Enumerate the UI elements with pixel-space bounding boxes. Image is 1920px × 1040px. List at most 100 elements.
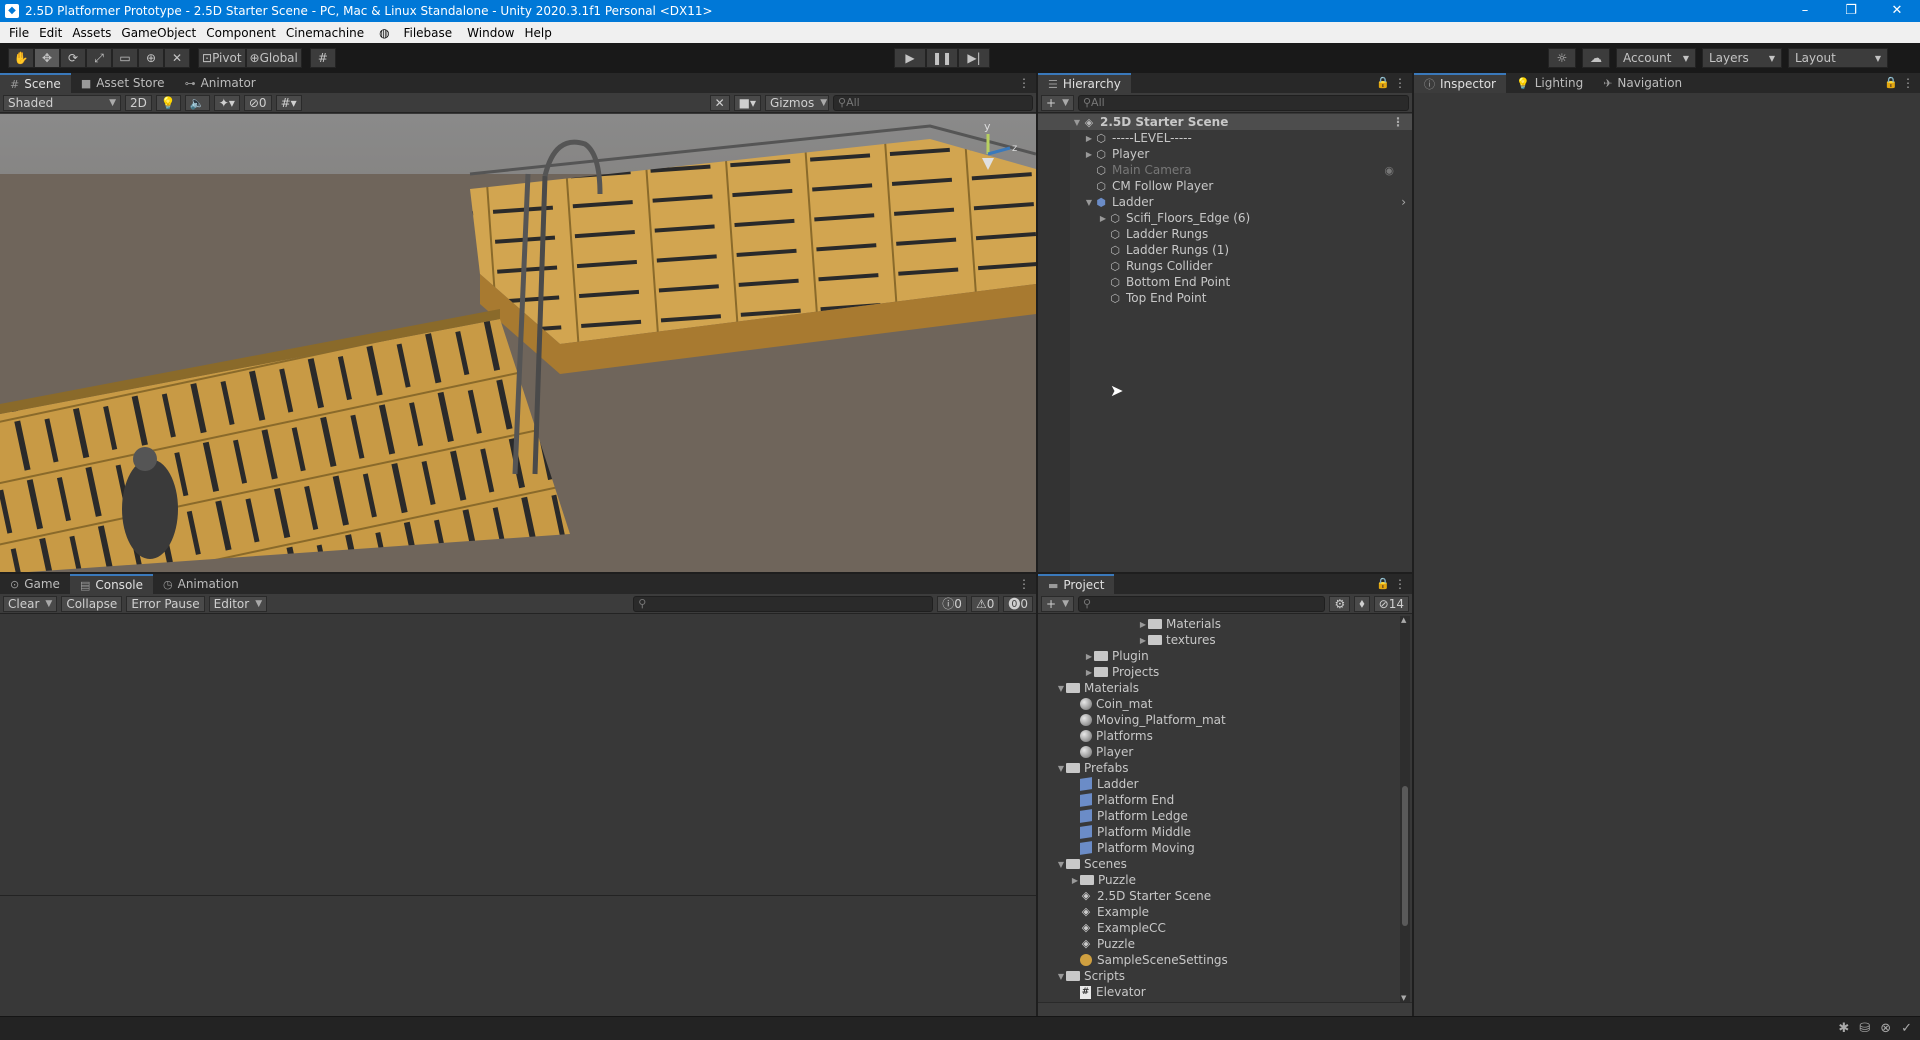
- project-item[interactable]: Player: [1038, 744, 1396, 760]
- hierarchy-item[interactable]: ⬡ Top End Point: [1038, 290, 1412, 306]
- project-item[interactable]: SampleSceneSettings: [1038, 952, 1396, 968]
- project-item[interactable]: ▶ Projects: [1038, 664, 1396, 680]
- scale-tool-icon[interactable]: ⤢: [86, 48, 112, 68]
- hierarchy-item[interactable]: ▶ ⬡ Player: [1038, 146, 1412, 162]
- move-tool-icon[interactable]: ✥: [34, 48, 60, 68]
- kebab-menu-icon[interactable]: ⋮: [1902, 76, 1914, 90]
- hierarchy-item[interactable]: ▼ ⬢ Ladder ›: [1038, 194, 1412, 210]
- project-item[interactable]: Platform Ledge: [1038, 808, 1396, 824]
- tab-navigation[interactable]: ✈ Navigation: [1593, 73, 1692, 93]
- transform-tool-icon[interactable]: ⊕: [138, 48, 164, 68]
- chevron-down-icon[interactable]: ▼: [1072, 118, 1082, 127]
- hand-tool-icon[interactable]: ✋: [8, 48, 34, 68]
- step-button[interactable]: ▶|: [958, 48, 990, 68]
- global-toggle[interactable]: ⊕ Global: [245, 48, 302, 68]
- menu-window[interactable]: Window: [462, 26, 519, 40]
- project-item[interactable]: Platform End: [1038, 792, 1396, 808]
- project-item[interactable]: ▼ Scripts: [1038, 968, 1396, 984]
- tab-project[interactable]: ▬ Project: [1038, 574, 1115, 594]
- chevron-right-icon[interactable]: ▶: [1084, 668, 1094, 677]
- rect-tool-icon[interactable]: ▭: [112, 48, 138, 68]
- lock-icon[interactable]: 🔒: [1376, 76, 1390, 89]
- project-item[interactable]: ▶ Plugin: [1038, 648, 1396, 664]
- hierarchy-item[interactable]: ▶ ⬡ -----LEVEL-----: [1038, 130, 1412, 146]
- chevron-right-icon[interactable]: ▶: [1084, 134, 1094, 143]
- console-divider[interactable]: [0, 895, 1036, 896]
- kebab-menu-icon[interactable]: ⋮: [1018, 76, 1030, 90]
- error-filter-toggle[interactable]: ⓿0: [1003, 595, 1033, 612]
- grid-snap-icon[interactable]: #: [309, 48, 336, 68]
- play-button[interactable]: ▶: [894, 48, 926, 68]
- error-pause-toggle[interactable]: Error Pause: [126, 595, 205, 612]
- tab-console[interactable]: ▤ Console: [69, 574, 153, 594]
- collab-icon[interactable]: ☼: [1548, 48, 1576, 68]
- custom-tool-icon[interactable]: ✕: [164, 48, 190, 68]
- chevron-right-icon[interactable]: ▶: [1138, 636, 1148, 645]
- hierarchy-search-input[interactable]: ⚲ All: [1077, 94, 1409, 111]
- chevron-right-icon[interactable]: ▶: [1084, 652, 1094, 661]
- mode-2d-toggle[interactable]: 2D: [125, 94, 152, 111]
- kebab-menu-icon[interactable]: ⋮: [1018, 577, 1030, 591]
- tools-icon[interactable]: ✕: [709, 94, 730, 111]
- grid-toggle-icon[interactable]: #▾: [275, 94, 302, 111]
- effects-toggle-icon[interactable]: ✦▾: [213, 94, 240, 111]
- tab-game[interactable]: ⊙ Game: [0, 574, 70, 594]
- chevron-down-icon[interactable]: ▼: [1056, 972, 1066, 981]
- gizmos-dropdown[interactable]: Gizmos ▼: [765, 94, 829, 111]
- clear-dropdown[interactable]: Clear ▼: [3, 595, 58, 612]
- project-item[interactable]: ◈ Example: [1038, 904, 1396, 920]
- project-item[interactable]: Ladder: [1038, 776, 1396, 792]
- project-scrollbar[interactable]: ▲ ▼: [1400, 616, 1410, 1002]
- audio-toggle-icon[interactable]: 🔈: [184, 94, 210, 111]
- project-search-input[interactable]: ⚲: [1077, 595, 1326, 612]
- project-item[interactable]: Platform Moving: [1038, 840, 1396, 856]
- menu-gameobject[interactable]: GameObject: [116, 26, 201, 40]
- menu-filebase[interactable]: ◍ Filebase: [369, 26, 462, 40]
- scroll-down-icon[interactable]: ▼: [1401, 994, 1406, 1002]
- hierarchy-item[interactable]: ▶ ⬡ Scifi_Floors_Edge (6): [1038, 210, 1412, 226]
- chevron-right-icon[interactable]: ▶: [1138, 620, 1148, 629]
- console-log-area[interactable]: [0, 615, 1036, 905]
- maximize-button[interactable]: ❐: [1828, 0, 1874, 22]
- cloud-icon[interactable]: ☁: [1582, 48, 1610, 68]
- tab-animator[interactable]: ⊶ Animator: [175, 73, 266, 93]
- project-item[interactable]: Coin_mat: [1038, 696, 1396, 712]
- chevron-down-icon[interactable]: ▼: [1056, 860, 1066, 869]
- camera-dropdown-icon[interactable]: ■▾: [733, 94, 761, 111]
- warning-filter-toggle[interactable]: ⚠ 0: [970, 595, 1000, 612]
- scroll-up-icon[interactable]: ▲: [1401, 616, 1406, 624]
- hierarchy-item[interactable]: ⬡ Main Camera ◉: [1038, 162, 1412, 178]
- lock-icon[interactable]: 🔒: [1884, 76, 1898, 89]
- log-filter-toggle[interactable]: ⓘ 0: [937, 595, 967, 612]
- pause-button[interactable]: ❚❚: [926, 48, 958, 68]
- chevron-right-icon[interactable]: ▶: [1084, 150, 1094, 159]
- menu-help[interactable]: Help: [519, 26, 556, 40]
- scene-search-input[interactable]: ⚲ All: [833, 94, 1033, 111]
- project-scrollbar-thumb[interactable]: [1402, 786, 1408, 926]
- search-by-type-icon[interactable]: ⚙: [1329, 595, 1351, 612]
- project-item[interactable]: ▼ Materials: [1038, 680, 1396, 696]
- editor-dropdown[interactable]: Editor ▼: [208, 595, 268, 612]
- collapse-toggle[interactable]: Collapse: [61, 595, 123, 612]
- hierarchy-item[interactable]: ⬡ Bottom End Point: [1038, 274, 1412, 290]
- layers-dropdown[interactable]: Layers ▼: [1702, 48, 1782, 68]
- kebab-menu-icon[interactable]: ⋮: [1394, 577, 1406, 591]
- hidden-objects-toggle[interactable]: ⊘ 0: [243, 94, 272, 111]
- database-icon[interactable]: ⛁: [1859, 1021, 1870, 1036]
- progress-icon[interactable]: ✓: [1901, 1021, 1912, 1036]
- search-by-label-icon[interactable]: ⬧: [1354, 595, 1370, 612]
- chevron-right-icon[interactable]: ▶: [1098, 214, 1108, 223]
- lighting-toggle-icon[interactable]: 💡: [155, 94, 181, 111]
- hierarchy-item[interactable]: ⬡ Ladder Rungs (1): [1038, 242, 1412, 258]
- create-dropdown[interactable]: + ▼: [1041, 595, 1074, 612]
- pivot-toggle[interactable]: ⊡ Pivot: [198, 48, 246, 68]
- debug-toggle-icon[interactable]: ⊗: [1880, 1021, 1891, 1036]
- tab-scene[interactable]: # Scene: [0, 73, 71, 93]
- project-item[interactable]: # Elevator: [1038, 984, 1396, 1000]
- scene-viewport[interactable]: y z: [0, 114, 1036, 572]
- project-item[interactable]: ◈ Puzzle: [1038, 936, 1396, 952]
- hierarchy-item[interactable]: ⬡ CM Follow Player: [1038, 178, 1412, 194]
- hidden-packages-toggle[interactable]: ⊘ 14: [1373, 595, 1409, 612]
- hierarchy-item[interactable]: ⬡ Ladder Rungs: [1038, 226, 1412, 242]
- chevron-down-icon[interactable]: ▼: [1056, 684, 1066, 693]
